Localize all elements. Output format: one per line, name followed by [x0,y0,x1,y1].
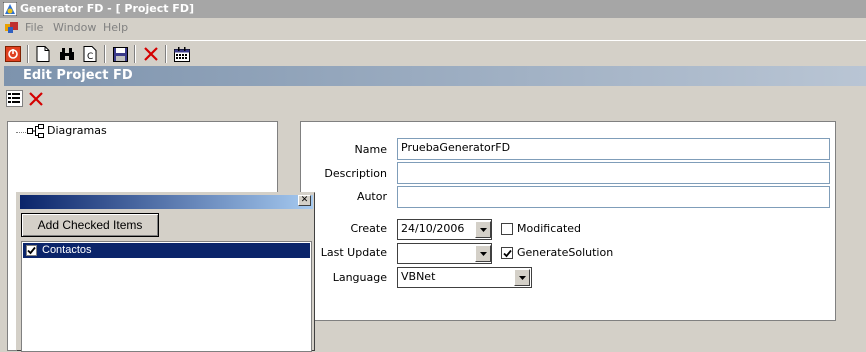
binoculars-icon [60,48,74,60]
description-field[interactable] [397,162,830,184]
app-icon [3,2,17,16]
find-button[interactable] [58,45,76,63]
tree-node-diagramas[interactable]: Diagramas [47,124,107,137]
checked-items-list[interactable]: Contactos [21,241,312,352]
description-label: Description [324,167,387,180]
power-button[interactable] [4,45,22,63]
svg-text:C: C [87,52,93,62]
delete-x-icon [144,47,158,61]
name-label: Name [354,143,387,156]
menu-bar: File Window Help [0,18,866,38]
item-checkbox[interactable] [26,245,37,256]
save-button[interactable] [111,45,129,63]
project-form: Name PruebaGeneratorFD Description Autor… [300,121,836,321]
add-items-popup: ✕ Add Checked Items Contactos [16,192,315,352]
popup-caption [20,195,313,209]
child-toolbar [4,86,866,112]
title-bar: Generator FD - [ Project FD] [0,0,866,18]
calendar-icon [174,46,190,62]
calendar-button[interactable] [173,45,191,63]
menu-window[interactable]: Window [53,21,96,34]
modificated-label: Modificated [517,222,582,235]
main-toolbar: C [0,40,866,66]
list-item-label: Contactos [42,244,92,256]
generate-solution-checkbox[interactable] [501,247,513,259]
list-properties-icon [8,93,20,103]
toolbar-separator [27,45,29,63]
new-button[interactable] [34,45,52,63]
language-dropdown-button[interactable] [514,269,530,286]
child-window-caption: Edit Project FD [4,66,866,86]
document-menu-icon[interactable] [5,22,18,34]
name-field[interactable]: PruebaGeneratorFD [397,138,830,160]
modificated-checkbox[interactable] [501,223,513,235]
toolbar-separator [104,45,106,63]
checkmark-icon [502,249,512,257]
diagram-node-icon [27,124,44,138]
list-item[interactable]: Contactos [23,243,310,258]
chevron-down-icon [479,251,487,256]
toolbar-separator [165,45,167,63]
checkmark-icon [27,246,36,255]
menu-help[interactable]: Help [103,21,128,34]
close-icon: ✕ [300,195,309,205]
new-document-icon [36,46,50,62]
copy-document-icon: C [83,46,97,62]
last-update-dropdown-button[interactable] [475,245,491,262]
floppy-disk-icon [112,46,128,62]
delete-x-icon [29,92,43,106]
delete-button[interactable] [142,45,160,63]
close-edit-button[interactable] [28,91,44,107]
language-select[interactable]: VBNet [397,267,532,288]
properties-button[interactable] [6,90,23,107]
toolbar-separator [134,45,136,63]
generate-solution-label: GenerateSolution [517,246,614,259]
autor-field[interactable] [397,186,830,208]
power-icon [5,46,21,62]
chevron-down-icon [518,275,526,280]
child-window-title: Edit Project FD [23,68,133,83]
chevron-down-icon [479,227,487,232]
window-title: Generator FD - [ Project FD] [20,2,194,15]
menu-file[interactable]: File [25,21,43,34]
create-dropdown-button[interactable] [475,221,491,238]
copy-button[interactable]: C [81,45,99,63]
popup-close-button[interactable]: ✕ [298,195,311,206]
add-checked-items-button[interactable]: Add Checked Items [21,213,159,237]
